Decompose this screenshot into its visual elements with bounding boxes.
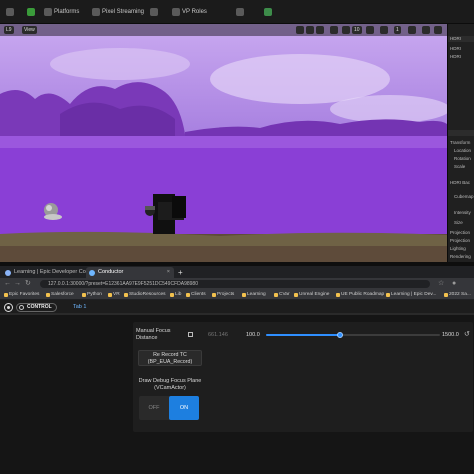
bookmark-item[interactable]: Learning — [242, 291, 266, 299]
browser-tab-strip: Learning | Epic Developer Comm Conductor… — [0, 266, 474, 278]
debug-focus-toggle[interactable]: OFF ON — [139, 396, 199, 420]
details-row: Rotation — [454, 156, 471, 161]
details-section[interactable]: Lighting — [450, 246, 466, 251]
rotation-snap-icon[interactable] — [366, 26, 374, 34]
vp-icon — [172, 8, 180, 16]
focus-current-value[interactable]: 661.146 — [208, 332, 228, 338]
bookmark-item[interactable]: VR — [108, 291, 120, 299]
close-tab-icon[interactable]: × — [167, 267, 170, 278]
bookmark-item[interactable]: CVar — [274, 291, 290, 299]
cube-icon — [44, 8, 52, 16]
camera-speed-icon[interactable] — [408, 26, 416, 34]
grid-icon[interactable] — [6, 6, 14, 18]
scale-snap-icon[interactable] — [380, 26, 388, 34]
browser-address-bar: ← → ↻ 127.0.0.1:30000/?preset=E12361AA97… — [0, 278, 474, 290]
new-tab-button[interactable]: + — [176, 267, 183, 278]
bookmark-item[interactable]: Python — [82, 291, 102, 299]
layout-icon[interactable] — [422, 26, 430, 34]
slider-thumb[interactable] — [336, 332, 343, 338]
brand-label: CONTROL — [27, 304, 52, 310]
details-header — [448, 130, 474, 136]
bookmark-item[interactable]: Salesforce — [46, 291, 74, 299]
viewport-options-button[interactable]: L9 — [4, 26, 14, 34]
reload-icon[interactable]: ↻ — [25, 280, 31, 288]
focus-distance-label: Manual Focus Distance — [136, 328, 171, 341]
expand-icon[interactable] — [188, 332, 193, 337]
bookmark-item[interactable]: Epic Favorites — [4, 291, 39, 299]
viewport-scene — [0, 24, 447, 262]
editor-toolbar: Platforms Pixel Streaming VP Roles — [0, 0, 474, 24]
toolbar-icon-green[interactable] — [264, 6, 272, 18]
details-row: Scale — [454, 164, 466, 169]
bookmark-item[interactable]: Learning | Epic Dev... — [386, 291, 436, 299]
world-icon[interactable] — [330, 26, 338, 34]
focus-distance-slider[interactable] — [266, 332, 440, 338]
details-section[interactable]: Projection — [450, 238, 470, 243]
control-icon — [19, 305, 24, 310]
toolbar-icon[interactable] — [236, 6, 244, 18]
pixel-streaming-icon — [92, 8, 100, 16]
pixel-streaming-menu[interactable]: Pixel Streaming — [92, 6, 144, 18]
browser-tab-title: Learning | Epic Developer Comm — [14, 269, 95, 275]
tab-favicon-icon — [5, 270, 11, 276]
level-viewport[interactable] — [0, 24, 447, 262]
details-section[interactable]: HDRI Bac — [450, 180, 470, 185]
vp-roles-menu[interactable]: VP Roles — [172, 6, 207, 18]
scale-icon[interactable] — [316, 26, 324, 34]
slider-min-value: 100.0 — [246, 332, 260, 338]
vp-roles-label: VP Roles — [182, 9, 207, 15]
control-mode-button[interactable]: CONTROL — [16, 303, 57, 312]
bookmark-item[interactable]: 2022 Sa... — [444, 291, 471, 299]
bookmark-item[interactable]: StudioResources — [124, 291, 166, 299]
browser-tab[interactable]: Learning | Epic Developer Comm — [2, 267, 95, 278]
slider-fill — [266, 334, 340, 336]
bookmark-item[interactable]: Unreal Engine — [294, 291, 329, 299]
record-tc-button[interactable]: Re Record TC (BP_EUA_Record) — [138, 350, 202, 366]
extensions-icon[interactable]: ☆ — [438, 280, 444, 288]
bookmark-item[interactable]: Projects — [212, 291, 234, 299]
details-panel: HDRI HDRI HDRI Transform Location Rotati… — [447, 24, 474, 262]
details-row: Location — [454, 148, 472, 153]
transform-icon[interactable] — [296, 26, 304, 34]
pixel-streaming-label: Pixel Streaming — [102, 9, 145, 15]
browser-tab-title: Conductor — [98, 269, 124, 275]
browser-tab-active[interactable]: Conductor × — [86, 267, 174, 278]
debug-focus-plane-label: Draw Debug Focus Plane (VCamActor) — [138, 378, 202, 391]
maximize-icon[interactable] — [434, 26, 442, 34]
url-input[interactable]: 127.0.0.1:30000/?preset=E12361AA97E9F525… — [40, 280, 430, 288]
bookmark-item[interactable]: Lib — [170, 291, 181, 299]
rotate-icon[interactable] — [306, 26, 314, 34]
bookmarks-bar: Epic Favorites Salesforce Python VR Stud… — [0, 290, 474, 300]
details-section[interactable]: Projection — [450, 230, 470, 235]
details-row: Size — [454, 220, 463, 225]
tab-favicon-icon — [89, 270, 95, 276]
logo-icon — [4, 303, 13, 312]
back-icon[interactable]: ← — [4, 280, 11, 288]
platforms-menu[interactable]: Platforms — [44, 6, 79, 18]
bookmark-item[interactable]: UE Public Roadmap — [336, 291, 384, 299]
reset-icon[interactable]: ↺ — [464, 330, 470, 338]
snap-value[interactable]: 10 — [352, 26, 362, 34]
details-row: Cubemap — [454, 194, 474, 199]
profile-icon[interactable]: ● — [452, 280, 456, 288]
bookmark-item[interactable]: Clients — [186, 291, 206, 299]
tab-1[interactable]: Tab 1 — [73, 304, 86, 310]
outliner-item[interactable]: HDRI — [450, 54, 461, 59]
scale-snap-value[interactable]: 1 — [394, 26, 401, 34]
snap-icon[interactable] — [342, 26, 350, 34]
forward-icon[interactable]: → — [14, 280, 21, 288]
details-row: Intensity — [454, 210, 471, 215]
outliner-item[interactable]: HDRI — [450, 46, 461, 51]
outliner-item[interactable]: HDRI — [450, 36, 461, 41]
viewport-view-button[interactable]: View — [22, 26, 37, 34]
toggle-off-option[interactable]: OFF — [139, 396, 169, 420]
details-section[interactable]: Rendering — [450, 254, 471, 259]
details-section[interactable]: Transform — [450, 140, 470, 145]
slider-max-value: 1500.0 — [442, 332, 459, 338]
play-icon[interactable] — [27, 6, 35, 18]
toggle-on-option[interactable]: ON — [169, 396, 199, 420]
platforms-label: Platforms — [54, 9, 80, 15]
settings-icon[interactable] — [150, 6, 158, 18]
